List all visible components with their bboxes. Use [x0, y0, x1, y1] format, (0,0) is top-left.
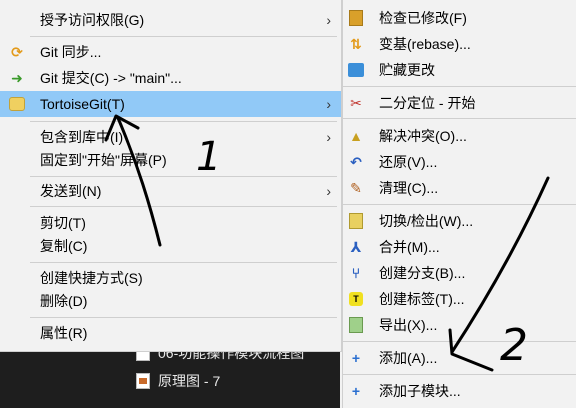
branch-icon: ⑂	[351, 265, 361, 281]
submenu-item-add[interactable]: + 添加(A)...	[343, 345, 576, 371]
resolve-icon: ▲	[349, 128, 363, 144]
menu-separator	[343, 118, 576, 119]
submenu-item-merge[interactable]: ⅄ 合并(M)...	[343, 234, 576, 260]
menu-item-grant-access[interactable]: 授予访问权限(G) ›	[0, 7, 341, 33]
menu-item-label: 合并(M)...	[379, 239, 440, 255]
submenu-arrow-icon: ›	[326, 96, 331, 112]
menu-item-copy[interactable]: 复制(C)	[0, 233, 341, 259]
menu-item-label: 剪切(T)	[40, 215, 86, 231]
menu-item-label: 变基(rebase)...	[379, 36, 471, 52]
explorer-file-row[interactable]: 原理图 - 7	[136, 369, 220, 393]
menu-item-label: 固定到"开始"屏幕(P)	[40, 152, 167, 168]
submenu-item-export[interactable]: 导出(X)...	[343, 312, 576, 338]
menu-item-tortoisegit[interactable]: TortoiseGit(T) ›	[0, 91, 341, 117]
menu-item-pin-to-start[interactable]: 固定到"开始"屏幕(P)	[0, 147, 341, 173]
export-icon	[347, 316, 365, 334]
menu-separator	[343, 86, 576, 87]
menu-separator	[343, 374, 576, 375]
submenu-item-rebase[interactable]: ⇅ 变基(rebase)...	[343, 31, 576, 57]
menu-separator	[30, 206, 337, 207]
menu-item-properties[interactable]: 属性(R)	[0, 320, 341, 346]
submenu-item-create-branch[interactable]: ⑂ 创建分支(B)...	[343, 260, 576, 286]
menu-separator	[30, 262, 337, 263]
revert-icon: ↶	[350, 154, 362, 170]
menu-item-label: 属性(R)	[40, 325, 88, 341]
menu-separator	[30, 317, 337, 318]
menu-separator	[343, 204, 576, 205]
rebase-icon: ⇅	[350, 36, 362, 52]
menu-item-label: 删除(D)	[40, 293, 88, 309]
submenu-item-stash[interactable]: 贮藏更改	[343, 57, 576, 83]
merge-icon: ⅄	[350, 239, 362, 255]
menu-item-label: 导出(X)...	[379, 317, 438, 333]
git-sync-icon: ⟳	[11, 44, 23, 60]
menu-item-label: 创建分支(B)...	[379, 265, 466, 281]
submenu-item-check-modifications[interactable]: 检查已修改(F)	[343, 5, 576, 31]
context-menu: 授予访问权限(G) › ⟳ Git 同步... ➜ Git 提交(C) -> "…	[0, 0, 342, 352]
menu-separator	[343, 341, 576, 342]
menu-item-label: 添加子模块...	[379, 383, 461, 399]
menu-item-label: 包含到库中(I)	[40, 129, 124, 145]
menu-item-label: 添加(A)...	[379, 350, 438, 366]
add-icon: +	[351, 350, 361, 366]
menu-item-label: 检查已修改(F)	[379, 10, 467, 26]
broom-icon: ✎	[350, 180, 362, 196]
menu-separator	[30, 176, 337, 177]
submenu-item-clean[interactable]: ✎ 清理(C)...	[343, 175, 576, 201]
submenu-item-resolve[interactable]: ▲ 解决冲突(O)...	[343, 123, 576, 149]
menu-item-label: 还原(V)...	[379, 154, 438, 170]
menu-item-send-to[interactable]: 发送到(N) ›	[0, 178, 341, 204]
submenu-item-add-submodule[interactable]: + 添加子模块...	[343, 378, 576, 404]
menu-item-label: 复制(C)	[40, 238, 88, 254]
tag-icon: T	[347, 290, 365, 308]
menu-item-label: 解决冲突(O)...	[379, 128, 467, 144]
git-commit-icon: ➜	[11, 70, 23, 86]
menu-item-label: 切换/检出(W)...	[379, 213, 474, 229]
tortoisegit-icon	[8, 95, 26, 113]
add-submodule-icon: +	[351, 383, 361, 399]
stash-icon	[347, 61, 365, 79]
menu-item-label: 创建标签(T)...	[379, 291, 465, 307]
submenu-item-bisect[interactable]: ✂ 二分定位 - 开始	[343, 90, 576, 116]
menu-item-delete[interactable]: 删除(D)	[0, 288, 341, 314]
menu-item-label: 授予访问权限(G)	[40, 12, 145, 28]
check-modifications-icon	[347, 9, 365, 27]
menu-item-label: 清理(C)...	[379, 180, 439, 196]
submenu-item-switch[interactable]: 切换/检出(W)...	[343, 208, 576, 234]
submenu-arrow-icon: ›	[326, 12, 331, 28]
menu-item-git-commit[interactable]: ➜ Git 提交(C) -> "main"...	[0, 65, 341, 91]
tortoisegit-submenu: 检查已修改(F) ⇅ 变基(rebase)... 贮藏更改 ✂ 二分定位 - 开…	[342, 0, 576, 408]
submenu-item-create-tag[interactable]: T 创建标签(T)...	[343, 286, 576, 312]
menu-item-label: Git 提交(C) -> "main"...	[40, 70, 182, 86]
menu-item-label: 创建快捷方式(S)	[40, 270, 143, 286]
menu-item-label: 二分定位 - 开始	[379, 95, 476, 111]
file-name: 原理图 - 7	[158, 373, 221, 389]
switch-icon	[347, 212, 365, 230]
submenu-arrow-icon: ›	[326, 129, 331, 145]
menu-item-label: TortoiseGit(T)	[40, 96, 125, 112]
menu-item-label: Git 同步...	[40, 44, 102, 60]
menu-item-git-sync[interactable]: ⟳ Git 同步...	[0, 39, 341, 65]
menu-item-label: 发送到(N)	[40, 183, 102, 199]
menu-separator	[30, 36, 337, 37]
menu-item-label: 贮藏更改	[379, 62, 435, 78]
submenu-item-revert[interactable]: ↶ 还原(V)...	[343, 149, 576, 175]
submenu-arrow-icon: ›	[326, 183, 331, 199]
pdf-file-icon	[136, 373, 150, 389]
menu-separator	[30, 121, 337, 122]
bisect-icon: ✂	[350, 95, 362, 111]
